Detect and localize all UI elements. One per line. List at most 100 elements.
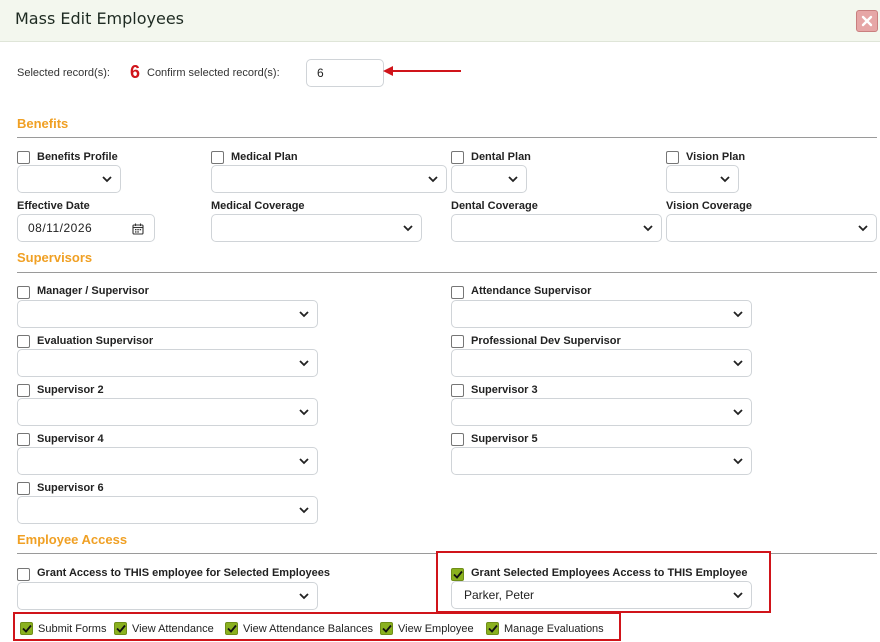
benefits-divider [17, 137, 877, 138]
employee-access-section-title: Employee Access [17, 532, 128, 547]
selected-records-count: 6 [130, 62, 141, 82]
supervisor-5-checkbox[interactable] [451, 433, 464, 446]
benefits-profile-select[interactable] [17, 165, 121, 193]
perm-manage-evaluations-label: Manage Evaluations [504, 622, 604, 635]
professional-dev-supervisor-checkbox[interactable] [451, 335, 464, 348]
dental-plan-select[interactable] [451, 165, 527, 193]
supervisor-2-select[interactable] [17, 398, 318, 426]
employee-access-divider-left [17, 553, 437, 554]
supervisor-3-checkbox[interactable] [451, 384, 464, 397]
vision-coverage-label: Vision Coverage [666, 200, 752, 212]
perm-submit-forms[interactable]: Submit Forms [20, 622, 114, 635]
effective-date-label: Effective Date [17, 200, 90, 212]
supervisor-5-select[interactable] [451, 447, 752, 475]
perm-view-employee-label: View Employee [398, 622, 474, 635]
perm-view-attendance-balances[interactable]: View Attendance Balances [225, 622, 380, 635]
confirm-records-input[interactable]: 6 [306, 59, 384, 87]
perm-view-employee-checkbox[interactable] [380, 622, 393, 635]
chevron-down-icon [299, 458, 309, 465]
attendance-supervisor-checkbox[interactable] [451, 286, 464, 299]
professional-dev-supervisor-select[interactable] [451, 349, 752, 377]
perm-manage-evaluations[interactable]: Manage Evaluations [486, 622, 604, 635]
chevron-down-icon [299, 360, 309, 367]
effective-date-input[interactable]: 08/11/2026 [17, 214, 155, 242]
chevron-down-icon [733, 360, 743, 367]
checkmark-icon [452, 570, 463, 579]
professional-dev-supervisor-label: Professional Dev Supervisor [471, 335, 621, 347]
chevron-down-icon [299, 311, 309, 318]
supervisor-5-label: Supervisor 5 [471, 433, 538, 445]
manager-supervisor-select[interactable] [17, 300, 318, 328]
perm-submit-forms-label: Submit Forms [38, 622, 107, 635]
benefits-profile-label: Benefits Profile [37, 151, 118, 163]
permissions-row: Submit Forms View Attendance View Attend… [20, 622, 604, 635]
evaluation-supervisor-checkbox[interactable] [17, 335, 30, 348]
close-button[interactable] [856, 10, 878, 32]
perm-submit-forms-checkbox[interactable] [20, 622, 33, 635]
chevron-down-icon [733, 592, 743, 599]
chevron-down-icon [720, 176, 730, 183]
chevron-down-icon [299, 507, 309, 514]
grant-this-for-selected-select[interactable] [17, 582, 318, 610]
chevron-down-icon [428, 176, 438, 183]
effective-date-value: 08/11/2026 [28, 221, 93, 235]
calendar-icon[interactable] [132, 223, 144, 235]
checkmark-icon [21, 624, 32, 633]
grant-selected-to-this-value: Parker, Peter [464, 588, 535, 602]
perm-view-attendance-checkbox[interactable] [114, 622, 127, 635]
supervisor-6-checkbox[interactable] [17, 482, 30, 495]
vision-plan-checkbox[interactable] [666, 151, 679, 164]
manager-supervisor-label: Manager / Supervisor [37, 285, 149, 297]
grant-this-for-selected-label: Grant Access to THIS employee for Select… [37, 567, 331, 579]
perm-view-attendance[interactable]: View Attendance [114, 622, 225, 635]
dialog-title: Mass Edit Employees [15, 9, 185, 28]
dental-plan-checkbox[interactable] [451, 151, 464, 164]
chevron-down-icon [299, 409, 309, 416]
supervisor-2-label: Supervisor 2 [37, 384, 104, 396]
chevron-down-icon [733, 311, 743, 318]
chevron-down-icon [102, 176, 112, 183]
chevron-down-icon [299, 593, 309, 600]
confirm-records-label: Confirm selected record(s): [147, 67, 280, 79]
supervisor-4-label: Supervisor 4 [37, 433, 104, 445]
supervisor-3-select[interactable] [451, 398, 752, 426]
perm-view-attendance-balances-checkbox[interactable] [225, 622, 238, 635]
medical-plan-label: Medical Plan [231, 151, 298, 163]
perm-view-attendance-balances-label: View Attendance Balances [243, 622, 374, 635]
dental-plan-label: Dental Plan [471, 151, 531, 163]
employee-access-divider-right [771, 553, 877, 554]
close-x-icon [861, 15, 873, 27]
grant-selected-to-this-select[interactable]: Parker, Peter [451, 581, 752, 609]
grant-selected-to-this-label: Grant Selected Employees Access to THIS … [471, 567, 748, 579]
supervisor-6-select[interactable] [17, 496, 318, 524]
supervisor-3-label: Supervisor 3 [471, 384, 538, 396]
supervisors-section-title: Supervisors [17, 250, 93, 265]
perm-manage-evaluations-checkbox[interactable] [486, 622, 499, 635]
medical-coverage-label: Medical Coverage [211, 200, 305, 212]
checkmark-icon [381, 624, 392, 633]
supervisor-4-checkbox[interactable] [17, 433, 30, 446]
chevron-down-icon [508, 176, 518, 183]
checkmark-icon [487, 624, 498, 633]
supervisors-divider [17, 272, 877, 273]
benefits-profile-checkbox[interactable] [17, 151, 30, 164]
perm-view-employee[interactable]: View Employee [380, 622, 486, 635]
grant-selected-to-this-checkbox[interactable] [451, 568, 464, 581]
evaluation-supervisor-select[interactable] [17, 349, 318, 377]
medical-plan-checkbox[interactable] [211, 151, 224, 164]
chevron-down-icon [733, 458, 743, 465]
vision-plan-select[interactable] [666, 165, 739, 193]
chevron-down-icon [403, 225, 413, 232]
chevron-down-icon [733, 409, 743, 416]
supervisor-4-select[interactable] [17, 447, 318, 475]
vision-coverage-select[interactable] [666, 214, 877, 242]
grant-this-for-selected-checkbox[interactable] [17, 568, 30, 581]
supervisor-2-checkbox[interactable] [17, 384, 30, 397]
attendance-supervisor-select[interactable] [451, 300, 752, 328]
medical-coverage-select[interactable] [211, 214, 422, 242]
dental-coverage-select[interactable] [451, 214, 662, 242]
checkmark-icon [115, 624, 126, 633]
manager-supervisor-checkbox[interactable] [17, 286, 30, 299]
chevron-down-icon [858, 225, 868, 232]
medical-plan-select[interactable] [211, 165, 447, 193]
